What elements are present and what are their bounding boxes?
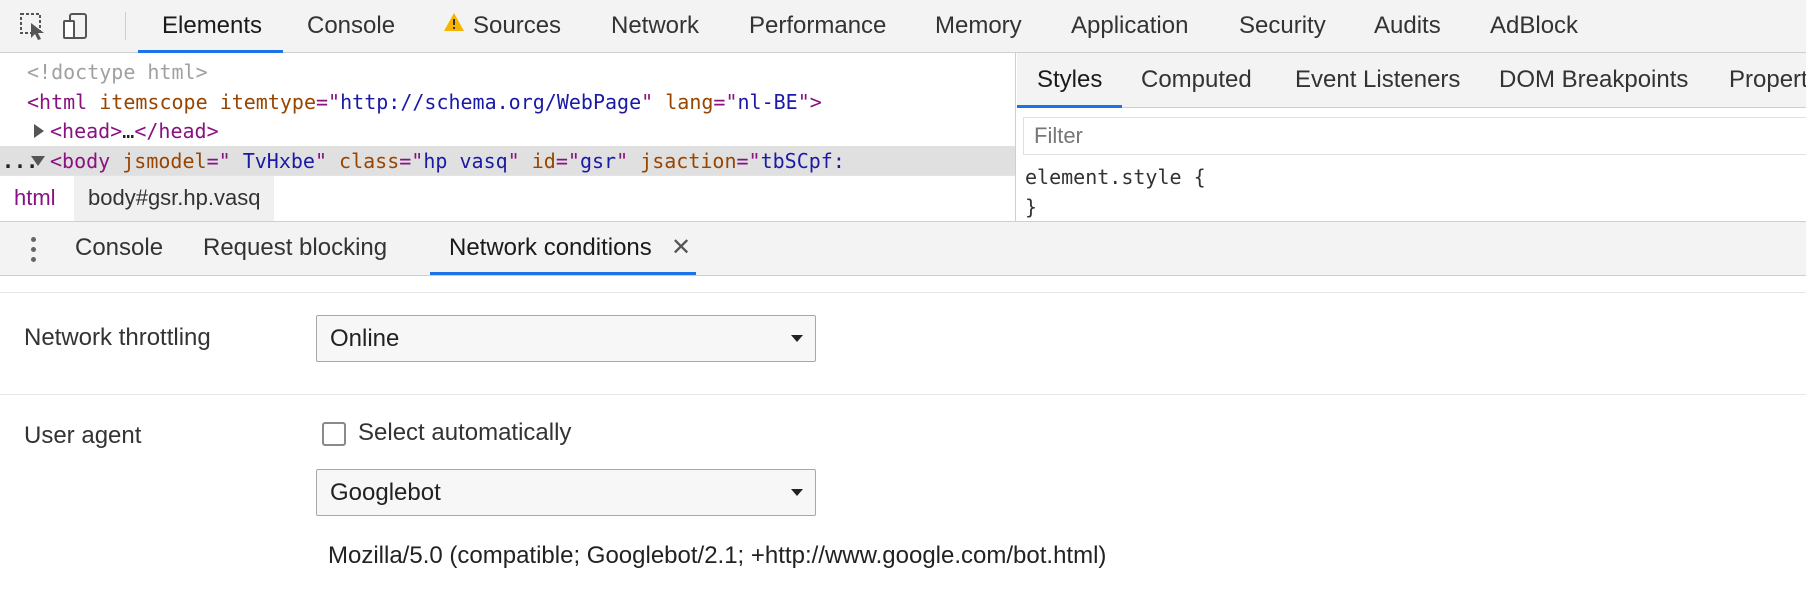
angle-close: "> [797,90,822,114]
attr-quote: " [507,149,520,173]
body-tag-line: <body jsmodel=" TvHxbe" class="hp vasq" … [50,146,845,176]
tab-event-listeners[interactable]: Event Listeners [1295,53,1460,108]
angle-close: > [206,119,219,143]
attr-value: hp vasq [423,149,508,173]
attr-eq: =" [736,149,761,173]
drawer-tab-console[interactable]: Console [75,222,163,275]
user-agent-label: User agent [24,422,142,449]
close-icon[interactable]: ✕ [666,232,696,264]
breadcrumb-html[interactable]: html [0,176,70,221]
user-agent-value: Googlebot [330,479,441,506]
attr-quote: " [616,149,629,173]
attr-quote: " [641,90,654,114]
tab-console[interactable]: Console [307,0,395,53]
tab-audits[interactable]: Audits [1374,0,1441,53]
tab-network[interactable]: Network [611,0,699,53]
tag-name: head [158,119,207,143]
tag-name: head [62,119,111,143]
tab-sources-label: Sources [473,12,562,39]
attr-value: nl-BE [737,90,798,114]
attr-name: id [531,149,556,173]
dom-tree-pane: <!doctype html> <html itemscope itemtype… [0,53,1016,221]
toolbar-separator [125,12,126,40]
network-throttling-value: Online [330,325,400,352]
network-conditions-panel: Network throttling Online User agent Sel… [0,276,1806,600]
attr-name: jsmodel [122,149,207,173]
attr-eq: =" [206,149,231,173]
collapse-body-icon[interactable] [31,156,45,166]
attr-eq: =" [316,90,341,114]
attr-value: gsr [579,149,617,173]
drawer-active-tab-indicator [430,272,696,275]
section-divider [0,292,1806,293]
chevron-down-icon [791,489,803,496]
doctype-text: <!doctype html> [27,60,208,84]
angle-open: < [27,90,40,114]
attr-name: jsaction [640,149,737,173]
tab-computed[interactable]: Computed [1141,53,1252,108]
attr-eq: =" [399,149,424,173]
angle-open: < [50,149,63,173]
tab-application[interactable]: Application [1071,0,1188,53]
inspect-element-icon[interactable] [16,10,50,42]
attr-quote: " [314,149,327,173]
attr-eq: =" [713,90,738,114]
section-divider [0,394,1806,395]
angle-open: < [50,119,63,143]
tag-name: body [62,149,111,173]
select-automatically-label[interactable]: Select automatically [358,419,571,447]
tab-sources[interactable]: Sources [443,0,561,53]
network-throttling-select[interactable]: Online [316,315,816,362]
attr-name: itemtype [219,90,317,114]
tab-security[interactable]: Security [1239,0,1326,53]
warning-icon [443,0,465,51]
user-agent-select[interactable]: Googlebot [316,469,816,516]
select-automatically-checkbox[interactable] [322,422,346,446]
network-throttling-label: Network throttling [24,324,211,351]
devtools-main-toolbar: Elements Console Sources Network Perform… [0,0,1806,53]
tab-dom-breakpoints[interactable]: DOM Breakpoints [1499,53,1688,108]
attr-name: itemscope [99,90,208,114]
styles-tab-bar: Styles Computed Event Listeners DOM Brea… [1017,53,1806,108]
filter-placeholder: Filter [1034,123,1083,148]
chevron-down-icon [791,335,803,342]
dom-line-head[interactable]: <head>…</head> [50,116,219,146]
tag-name: html [39,90,88,114]
drawer-tab-request-blocking[interactable]: Request blocking [203,222,387,275]
angle-close: > [110,119,123,143]
tab-elements[interactable]: Elements [162,0,262,53]
attr-value: http://schema.org/WebPage [340,90,642,114]
element-style-selector[interactable]: element.style { [1025,163,1206,191]
dom-breadcrumb: html body#gsr.hp.vasq [0,175,1015,221]
element-style-close: } [1025,195,1038,219]
angle-open-close: </ [134,119,159,143]
collapsed-ellipsis: … [122,119,135,143]
styles-active-tab-indicator [1017,105,1122,108]
drawer-tab-network-conditions[interactable]: Network conditions [449,222,652,275]
attr-name: class [339,149,400,173]
attr-value: TvHxbe [230,149,315,173]
tab-adblock[interactable]: AdBlock [1490,0,1578,53]
drawer-tab-bar: Console Request blocking Network conditi… [0,221,1806,276]
more-tools-icon[interactable] [22,234,44,266]
styles-sidebar-pane: Styles Computed Event Listeners DOM Brea… [1017,53,1806,221]
expand-head-icon[interactable] [34,124,44,138]
dom-line-doctype[interactable]: <!doctype html> [27,57,208,87]
breadcrumb-body[interactable]: body#gsr.hp.vasq [74,176,275,221]
user-agent-string-input[interactable]: Mozilla/5.0 (compatible; Googlebot/2.1; … [328,542,1106,570]
tab-performance[interactable]: Performance [749,0,886,53]
attr-name: lang [665,90,714,114]
attr-eq: =" [555,149,580,173]
device-toolbar-icon[interactable] [58,10,92,42]
styles-filter-input[interactable]: Filter [1023,117,1806,155]
attr-value: tbSCpf: [760,149,845,173]
tab-properties[interactable]: Propert [1729,53,1806,108]
tab-styles[interactable]: Styles [1037,53,1102,108]
tab-memory[interactable]: Memory [935,0,1022,53]
dom-line-html[interactable]: <html itemscope itemtype="http://schema.… [27,87,822,117]
dom-line-body-selected[interactable]: ... <body jsmodel=" TvHxbe" class="hp va… [0,146,1015,176]
